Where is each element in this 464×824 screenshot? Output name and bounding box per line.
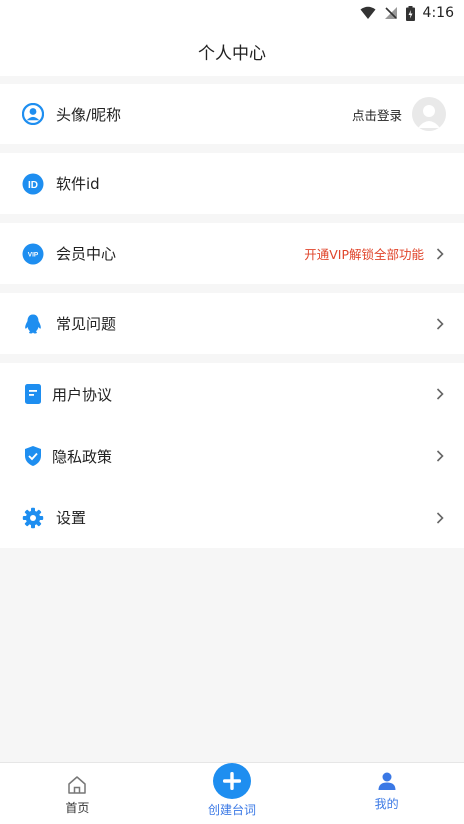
software-id-label: 软件id [56, 175, 100, 193]
nav-create[interactable]: 创建台词 [155, 763, 310, 824]
vip-badge-icon: VIP [22, 243, 44, 265]
faq-row[interactable]: 常见问题 [0, 293, 464, 354]
page-title: 个人中心 [198, 43, 266, 64]
document-icon [22, 383, 44, 405]
shield-check-icon [22, 445, 44, 467]
vip-badge-text: VIP [28, 251, 39, 258]
faq-label: 常见问题 [56, 315, 117, 333]
id-badge-text: ID [28, 180, 38, 191]
penguin-icon [22, 313, 44, 335]
home-icon [67, 769, 87, 795]
vip-promo-text[interactable]: 开通VIP解锁全部功能 [304, 244, 424, 263]
status-time: 4:16 [422, 5, 454, 21]
login-prompt[interactable]: 点击登录 [352, 105, 402, 124]
battery-charging-icon [405, 5, 415, 21]
chevron-right-icon [434, 388, 446, 400]
no-signal-icon [384, 6, 398, 20]
chevron-right-icon [434, 247, 446, 260]
vip-row[interactable]: VIP 会员中心 开通VIP解锁全部功能 [0, 223, 464, 284]
person-icon [377, 765, 397, 791]
wifi-icon [360, 6, 376, 20]
nav-create-label: 创建台词 [208, 803, 257, 817]
bottom-nav: 首页 创建台词 我的 [0, 762, 464, 824]
privacy-label: 隐私政策 [52, 447, 113, 466]
id-badge-icon: ID [22, 173, 44, 195]
profile-row[interactable]: 头像/昵称 点击登录 [0, 84, 464, 144]
chevron-right-icon [434, 450, 446, 462]
agreement-row[interactable]: 用户协议 [0, 363, 464, 425]
nav-home[interactable]: 首页 [0, 763, 155, 824]
nav-mine[interactable]: 我的 [309, 763, 464, 824]
chevron-right-icon [434, 317, 446, 330]
page-title-bar: 个人中心 [0, 26, 464, 76]
avatar[interactable] [412, 97, 446, 131]
plus-icon [213, 763, 251, 799]
nav-home-label: 首页 [65, 801, 90, 815]
settings-label: 设置 [56, 509, 87, 527]
status-bar: 4:16 [0, 0, 464, 26]
privacy-row[interactable]: 隐私政策 [0, 425, 464, 487]
empty-content-area [0, 548, 464, 762]
vip-label: 会员中心 [56, 245, 117, 263]
nav-mine-label: 我的 [374, 797, 399, 811]
agreement-label: 用户协议 [52, 385, 113, 404]
chevron-right-icon [434, 511, 446, 524]
gear-icon [22, 507, 44, 529]
software-id-row[interactable]: ID 软件id [0, 153, 464, 214]
settings-row[interactable]: 设置 [0, 487, 464, 548]
profile-label: 头像/昵称 [56, 105, 122, 124]
user-icon [22, 103, 44, 125]
